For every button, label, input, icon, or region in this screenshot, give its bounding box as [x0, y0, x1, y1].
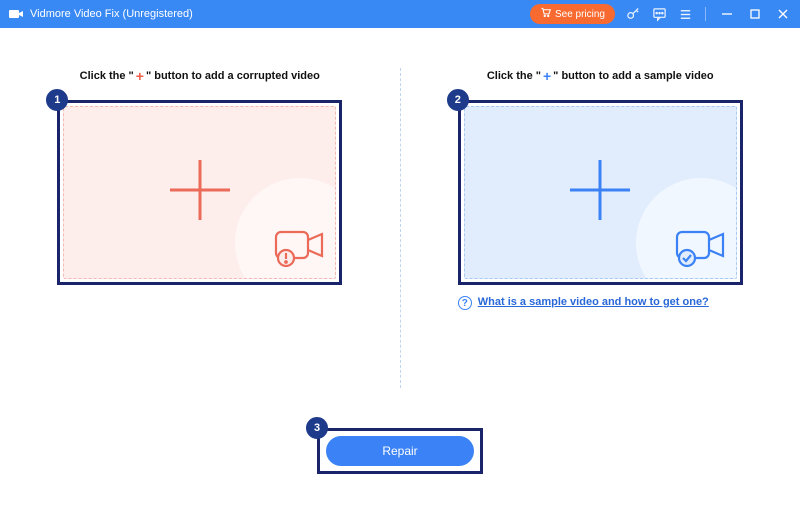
feedback-icon[interactable]: [651, 6, 667, 22]
sample-help-link[interactable]: What is a sample video and how to get on…: [478, 295, 709, 309]
cart-icon: [540, 7, 551, 21]
app-logo-icon: [8, 6, 24, 22]
camera-check-icon: [673, 226, 731, 273]
app-title: Vidmore Video Fix (Unregistered): [30, 8, 193, 20]
camera-alert-icon: [272, 226, 330, 273]
close-button[interactable]: [774, 5, 792, 23]
menu-icon[interactable]: [677, 6, 693, 22]
help-icon: ?: [458, 296, 472, 310]
maximize-button[interactable]: [746, 5, 764, 23]
minimize-button[interactable]: [718, 5, 736, 23]
add-corrupted-dropzone[interactable]: [57, 100, 342, 285]
step-badge-2: 2: [447, 89, 469, 111]
add-sample-dropzone[interactable]: [458, 100, 743, 285]
plus-icon: [160, 150, 240, 235]
corrupted-video-panel: Click the " + " button to add a corrupte…: [50, 68, 400, 388]
corrupted-instruction: Click the " + " button to add a corrupte…: [80, 68, 320, 84]
plus-inline-icon: +: [136, 68, 144, 84]
sample-instruction: Click the " + " button to add a sample v…: [487, 68, 714, 84]
plus-inline-icon: +: [543, 68, 551, 84]
see-pricing-button[interactable]: See pricing: [530, 4, 615, 24]
sample-video-help: ? What is a sample video and how to get …: [458, 295, 743, 310]
plus-icon: [560, 150, 640, 235]
sample-video-panel: Click the " + " button to add a sample v…: [401, 68, 751, 388]
step-badge-3: 3: [306, 417, 328, 439]
repair-button[interactable]: Repair: [326, 436, 474, 466]
pricing-label: See pricing: [555, 9, 605, 20]
main-content: Click the " + " button to add a corrupte…: [0, 28, 800, 515]
key-icon[interactable]: [625, 6, 641, 22]
titlebar: Vidmore Video Fix (Unregistered) See pri…: [0, 0, 800, 28]
